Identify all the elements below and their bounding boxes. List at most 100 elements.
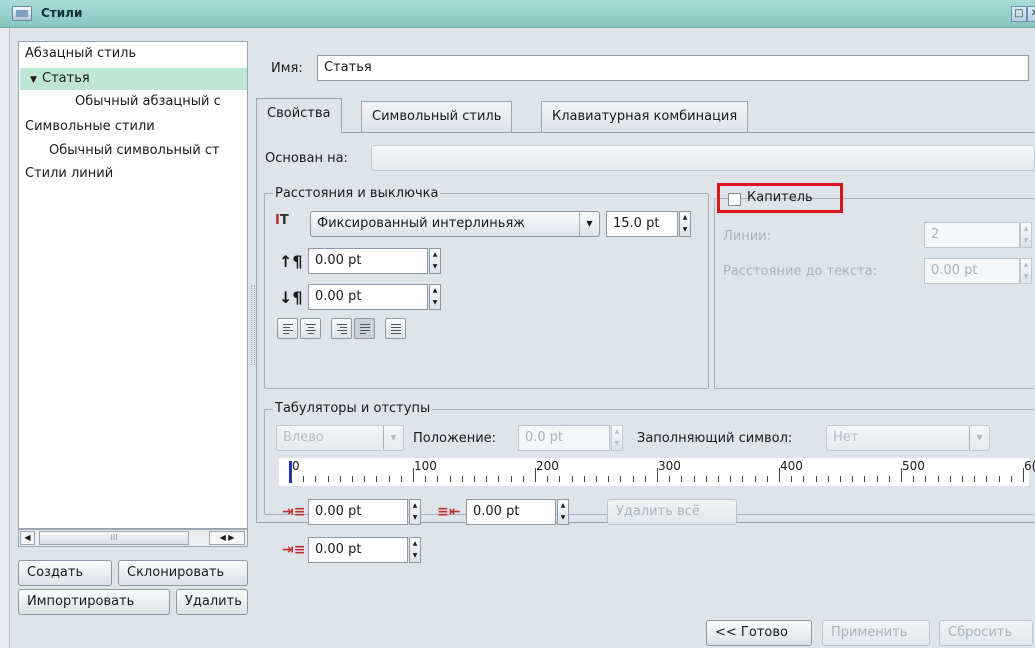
- tree-item-label: Стили линий: [25, 166, 114, 181]
- lines-spinner[interactable]: ▲ ▼: [1020, 222, 1032, 248]
- maximize-button[interactable]: □: [1011, 6, 1027, 22]
- distance-input[interactable]: 0.00 pt: [924, 258, 1020, 284]
- align-center-icon[interactable]: [300, 318, 321, 339]
- based-on-label: Основан на:: [265, 151, 348, 166]
- ruler-tick: [974, 476, 976, 482]
- space-below-input[interactable]: 0.00 pt: [308, 284, 428, 310]
- style-tree[interactable]: Абзацный стиль ▼ Статья Обычный абзацный …: [18, 41, 248, 529]
- tree-item-label: Обычный абзацный с: [75, 94, 221, 109]
- tab-shortcut[interactable]: Клавиатурная комбинация: [541, 101, 749, 132]
- tree-item-char-styles[interactable]: Символьные стили: [25, 119, 155, 134]
- tree-item-article[interactable]: ▼ Статья: [20, 68, 247, 90]
- ruler-tick: [388, 476, 390, 482]
- ruler-tick: [754, 476, 756, 482]
- tree-item-line-styles[interactable]: Стили линий: [25, 166, 113, 181]
- delete-all-button[interactable]: Удалить всё: [607, 499, 737, 525]
- fill-char-label: Заполняющий символ:: [637, 431, 793, 446]
- ruler-tick: [608, 476, 610, 482]
- ruler-tick: [596, 476, 597, 482]
- align-left-icon[interactable]: [277, 318, 298, 339]
- right-indent-spinner[interactable]: ▲ ▼: [557, 499, 569, 525]
- ruler-tick: [827, 476, 829, 482]
- chevron-down-icon: ▼: [383, 426, 403, 450]
- done-button[interactable]: << Готово: [706, 620, 812, 646]
- right-indent-input[interactable]: 0.00 pt: [466, 499, 556, 525]
- tree-item-label: Абзацный стиль: [25, 46, 137, 61]
- distance-spinner[interactable]: ▲ ▼: [1020, 258, 1032, 284]
- based-on-combo[interactable]: [371, 145, 1035, 171]
- left-indent-input[interactable]: 0.00 pt: [308, 537, 408, 563]
- align-forced-justify-icon[interactable]: [385, 318, 406, 339]
- apply-button[interactable]: Применить: [822, 620, 930, 646]
- tab-type-value: Влево: [283, 430, 324, 445]
- ruler-tick: [303, 476, 305, 482]
- space-below-spinner[interactable]: ▲ ▼: [429, 284, 441, 310]
- ruler-tick: [486, 476, 488, 482]
- position-input[interactable]: 0.0 pt: [518, 425, 610, 451]
- right-indent-icon: ≡⇤: [437, 504, 461, 520]
- ruler-tick: [791, 476, 793, 482]
- ruler-tick: [498, 476, 500, 482]
- lines-label: Линии:: [723, 229, 772, 244]
- tab-properties[interactable]: Свойства: [256, 98, 342, 133]
- first-line-indent-input[interactable]: 0.00 pt: [308, 499, 408, 525]
- space-above-input[interactable]: 0.00 pt: [308, 248, 428, 274]
- ruler-tick: [474, 476, 475, 482]
- line-spacing-mode-combo[interactable]: Фиксированный интерлиньяж ▼: [310, 211, 600, 237]
- close-button[interactable]: ✕: [1027, 6, 1035, 22]
- expand-arrow-icon[interactable]: ▼: [30, 69, 42, 91]
- left-indent-spinner[interactable]: ▲ ▼: [409, 537, 421, 563]
- first-line-indent-spinner[interactable]: ▲ ▼: [409, 499, 421, 525]
- tree-horizontal-scrollbar[interactable]: ◀ III ◀ ▶: [18, 529, 248, 547]
- clone-button[interactable]: Склонировать: [118, 560, 248, 586]
- tab-ruler[interactable]: 0 100 200 300 400 500 6(: [279, 458, 1035, 486]
- ruler-tick: [766, 476, 768, 482]
- ruler-tick: [937, 476, 939, 482]
- ruler-label: 400: [780, 459, 803, 473]
- line-spacing-spinner[interactable]: ▲ ▼: [679, 211, 691, 237]
- ruler-tick: [913, 476, 915, 482]
- tab-type-combo[interactable]: Влево ▼: [276, 425, 404, 451]
- spacing-group-title: Расстояния и выключка: [273, 186, 441, 201]
- scroll-thumb[interactable]: III: [39, 531, 189, 545]
- align-right-icon[interactable]: [331, 318, 352, 339]
- lines-input[interactable]: 2: [924, 222, 1020, 248]
- tree-item-label: Символьные стили: [25, 119, 155, 134]
- tree-item-paragraph-styles[interactable]: Абзацный стиль: [25, 46, 136, 61]
- tabs-indents-title: Табуляторы и отступы: [273, 401, 433, 416]
- align-justify-icon[interactable]: [354, 318, 375, 339]
- ruler-tick: [620, 476, 622, 482]
- line-spacing-value-input[interactable]: 15.0 pt: [606, 211, 678, 237]
- first-line-indent-icon: ⇥≡: [282, 504, 306, 520]
- ruler-tick: [583, 476, 585, 482]
- ruler-tick: [742, 476, 744, 482]
- tab-char-style[interactable]: Символьный стиль: [361, 101, 513, 132]
- space-above-spinner[interactable]: ▲ ▼: [429, 248, 441, 274]
- ruler-tick: [949, 476, 951, 482]
- scroll-left-icon[interactable]: ◀: [20, 531, 35, 545]
- ruler-label: 100: [414, 459, 437, 473]
- delete-button[interactable]: Удалить: [176, 589, 248, 615]
- ruler-tick: [437, 476, 439, 482]
- splitter-handle[interactable]: [251, 285, 255, 365]
- scroll-right-icon[interactable]: ◀ ▶: [209, 531, 245, 545]
- import-button[interactable]: Импортировать: [18, 589, 170, 615]
- position-spinner[interactable]: ▲ ▼: [611, 425, 623, 451]
- name-label: Имя:: [271, 61, 303, 76]
- name-input[interactable]: Статья: [317, 55, 1029, 81]
- ruler-tick: [730, 476, 732, 482]
- ruler-tick: [888, 476, 890, 482]
- tree-item-default-char[interactable]: Обычный символьный ст: [49, 143, 220, 158]
- chevron-down-icon: ▼: [969, 426, 989, 450]
- create-button[interactable]: Создать: [18, 560, 112, 586]
- fill-char-combo[interactable]: Нет ▼: [826, 425, 990, 451]
- ruler-tick: [962, 476, 963, 482]
- left-edge: [0, 28, 10, 648]
- ruler-tick: [815, 476, 817, 482]
- reset-button[interactable]: Сбросить: [939, 620, 1033, 646]
- ruler-label: 500: [902, 459, 925, 473]
- dropcaps-checkbox[interactable]: [728, 193, 741, 206]
- tree-item-default-paragraph[interactable]: Обычный абзацный с: [75, 94, 221, 109]
- ruler-tick: [705, 476, 707, 482]
- ruler-tick: [327, 476, 329, 482]
